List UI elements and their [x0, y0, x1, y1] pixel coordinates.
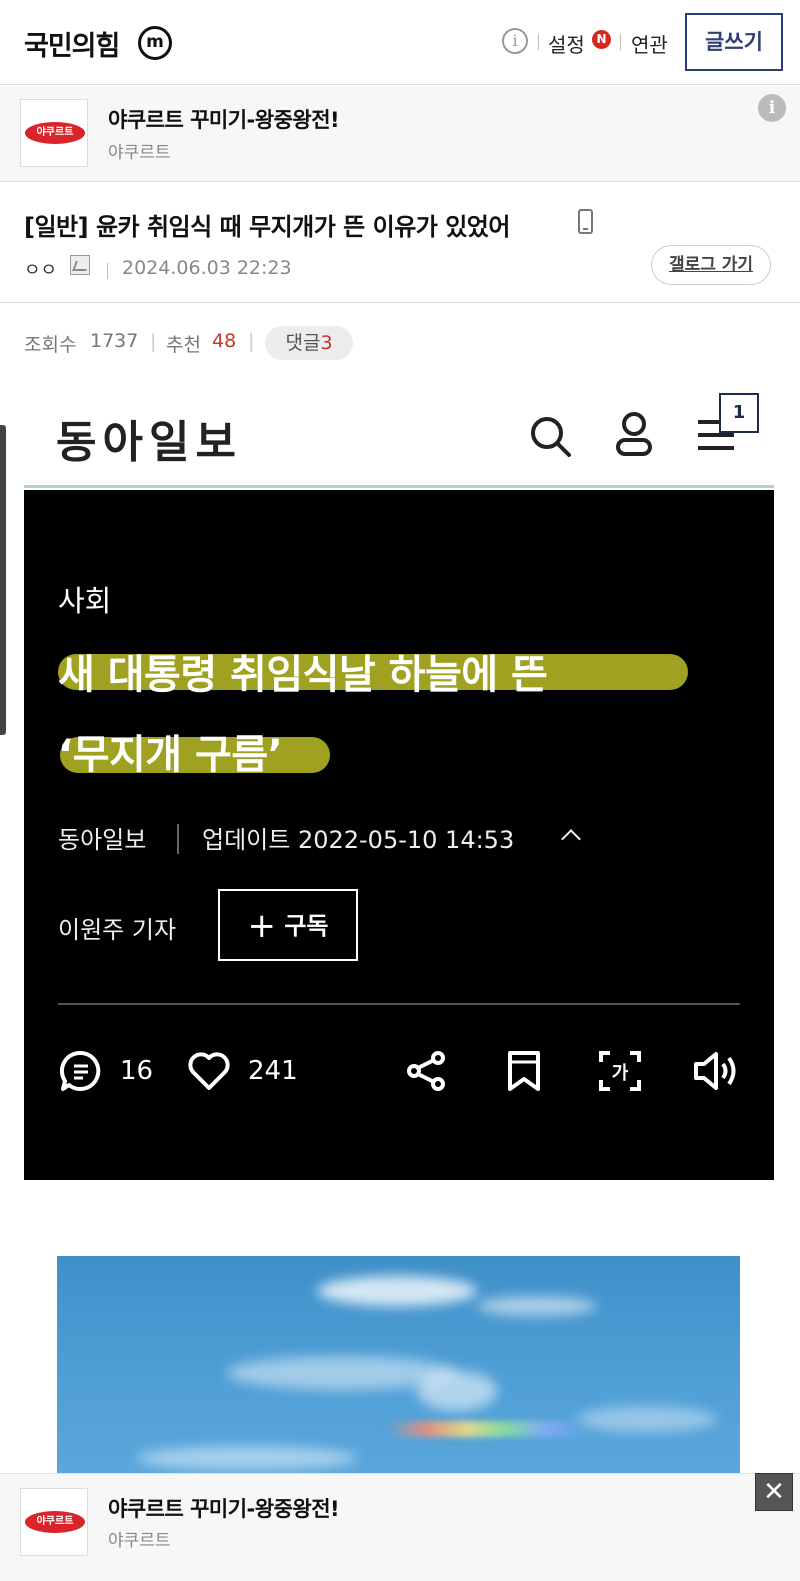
info-icon[interactable]: i [502, 28, 528, 54]
side-edge-handle[interactable] [0, 425, 6, 735]
author-name[interactable]: ㅇㅇ [24, 256, 57, 282]
recommend-label: 추천 [166, 334, 201, 356]
divider [620, 34, 621, 50]
speaker-icon [694, 1052, 736, 1090]
post-date: 2024.06.03 22:23 [122, 257, 292, 279]
translate-icon: 가 [599, 1051, 641, 1091]
ad-banner-top[interactable]: 야쿠르트 야쿠르트 꾸미기-왕중왕전! 야쿠르트 i [0, 86, 800, 182]
divider: | [150, 330, 157, 352]
ad-logo: 야쿠르트 [20, 99, 88, 167]
comments-button[interactable]: 댓글3 [265, 326, 353, 360]
user-icon [616, 412, 652, 456]
cloud [137, 1446, 357, 1470]
divider: | [248, 330, 255, 352]
settings-link[interactable]: 설정 [548, 29, 585, 58]
reporter-name: 이원주 기자 [58, 916, 177, 944]
news-logo: 동아일보 [56, 417, 242, 468]
close-icon[interactable]: ✕ [755, 1473, 793, 1511]
ad-logo: 야쿠르트 [20, 1488, 88, 1556]
search-icon [531, 417, 571, 457]
article-source: 동아일보 [58, 826, 147, 854]
divider [538, 34, 539, 50]
divider [177, 824, 179, 854]
ad-info-icon[interactable]: i [758, 94, 786, 122]
embedded-article: 사회 새 대통령 취임식날 하늘에 뜬 ‘무지개 구름’ 동아일보 업데이트 2… [24, 490, 774, 1180]
related-link[interactable]: 연관 [631, 29, 668, 58]
ad-title[interactable]: 야쿠르트 꾸미기-왕중왕전! [108, 1493, 340, 1523]
new-badge: N [592, 30, 611, 49]
post-header: [일반] 윤카 취임식 때 무지개가 뜬 이유가 있었어 ㅇㅇ 2024.06.… [0, 183, 800, 303]
comments-count: 3 [320, 332, 333, 354]
gallery-title[interactable]: 국민의힘 [24, 24, 120, 63]
svg-text:가: 가 [612, 1063, 629, 1084]
article-updated: 업데이트 2022-05-10 14:53 [202, 826, 515, 854]
cloud [577, 1406, 717, 1432]
comment-icon [60, 1050, 101, 1091]
subscribe-button: + 구독 [218, 889, 358, 961]
ad-banner-bottom[interactable]: 야쿠르트 야쿠르트 꾸미기-왕중왕전! 야쿠르트 ✕ [0, 1473, 800, 1581]
like-count: 241 [248, 1056, 298, 1086]
article-photo [57, 1256, 740, 1473]
ad-sponsor: 야쿠르트 [108, 143, 171, 163]
post-title: [일반] 윤카 취임식 때 무지개가 뜬 이유가 있었어 [24, 213, 510, 241]
cloud [317, 1276, 477, 1306]
cloud [477, 1296, 597, 1316]
headline-line-2: ‘무지개 구름’ [58, 732, 283, 778]
comment-count: 16 [120, 1056, 154, 1086]
gallog-button[interactable]: 갤로그 가기 [651, 245, 771, 285]
chevron-up-icon [561, 829, 581, 849]
comments-label: 댓글 [285, 332, 321, 354]
rainbow-cloud [387, 1421, 587, 1437]
mobile-icon [578, 209, 593, 234]
divider [107, 263, 108, 279]
heart-icon [188, 1052, 230, 1090]
divider [58, 1003, 740, 1005]
recommend-count: 48 [212, 330, 237, 352]
image-number-badge: 1 [719, 393, 759, 433]
article-category: 사회 [58, 584, 112, 618]
bookmark-icon [508, 1051, 540, 1091]
gallog-icon [70, 255, 90, 275]
ad-sponsor: 야쿠르트 [108, 1531, 171, 1551]
ad-title[interactable]: 야쿠르트 꾸미기-왕중왕전! [108, 104, 340, 134]
embedded-news-header: 동아일보 1 [24, 380, 774, 488]
write-button[interactable]: 글쓰기 [685, 13, 783, 71]
minor-gallery-icon: m [138, 26, 172, 60]
gallery-header: 국민의힘 m i 설정 N 연관 글쓰기 [0, 0, 800, 85]
views-label: 조회수 [24, 334, 77, 356]
headline-line-1: 새 대통령 취임식날 하늘에 뜬 [58, 652, 548, 698]
cloud [417, 1371, 497, 1411]
plus-icon: + [247, 906, 276, 946]
share-icon [407, 1051, 445, 1091]
views-count: 1737 [90, 330, 139, 352]
